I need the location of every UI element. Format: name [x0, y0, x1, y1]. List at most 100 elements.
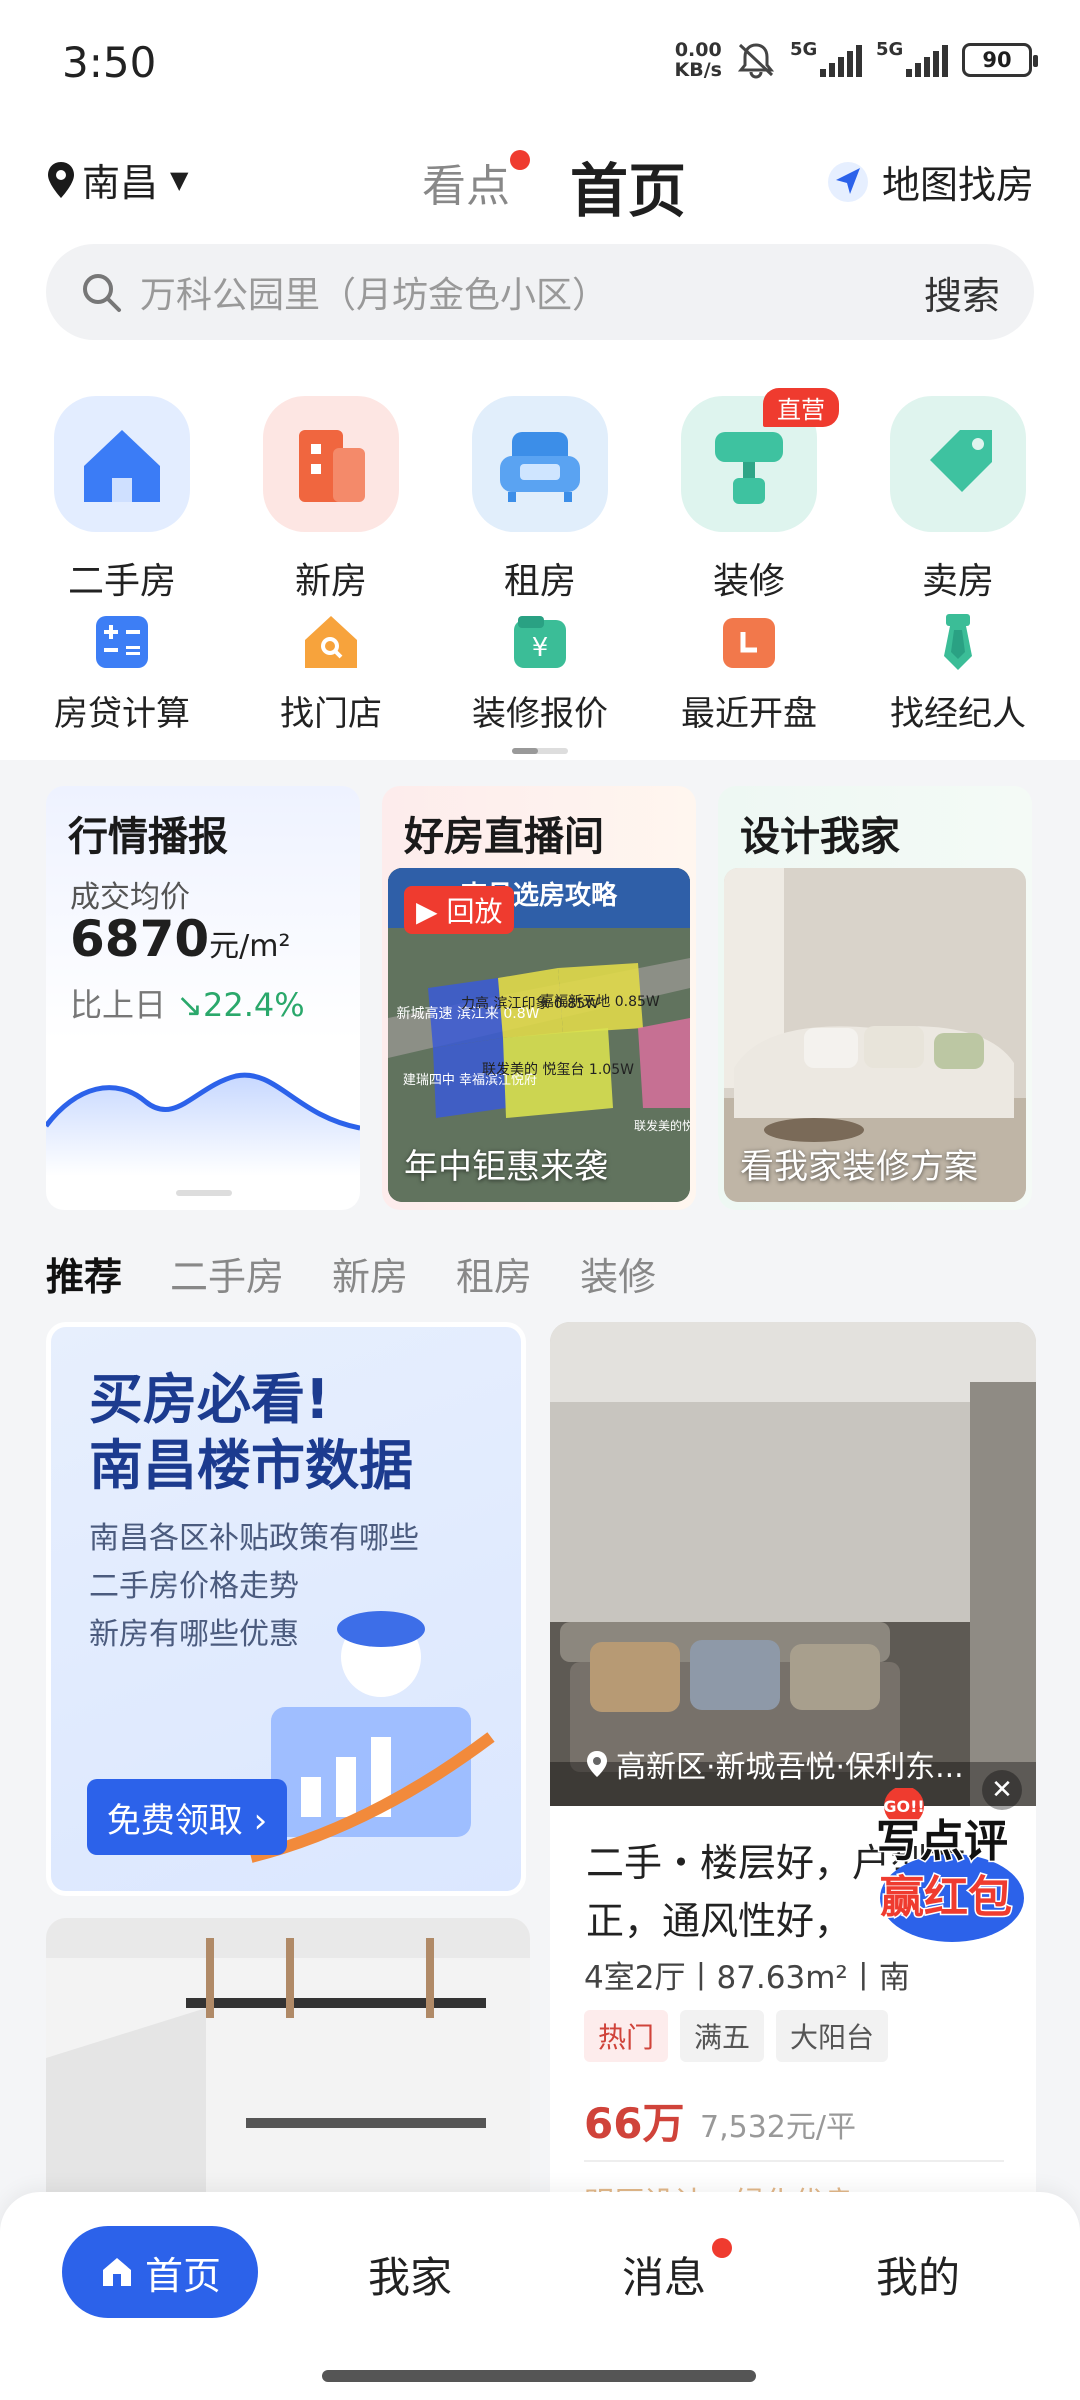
category-zhuangxiu[interactable]: 直营 装修: [649, 388, 849, 604]
calculator-icon: [96, 616, 148, 668]
map-find-button[interactable]: 地图找房: [826, 154, 1034, 209]
house-listing-card[interactable]: 高新区·新城吾悦·保利东... 二手・楼层好，户型方正，通风性好， 4室2厅丨8…: [550, 1322, 1036, 2222]
paint-roller-icon: 直营: [681, 388, 839, 532]
tab-ershoufang[interactable]: 二手房: [170, 1246, 284, 1301]
tool-renovation-quote[interactable]: ¥ 装修报价: [440, 610, 640, 735]
promo-title: 买房必看! 南昌楼市数据: [89, 1368, 413, 1497]
tag: 满五: [680, 2010, 765, 2062]
app-screen: { "status_bar": {"time": "3:50", "net_sp…: [0, 0, 1080, 2400]
review-reward-badge[interactable]: GO!! 写点评 赢红包: [852, 1786, 1032, 1948]
city-name: 南昌: [82, 161, 159, 205]
down-arrow-icon: ↘: [176, 986, 203, 1024]
tie-icon: [944, 614, 972, 670]
avg-price-value: 6870元/m²: [70, 910, 291, 968]
tab-home[interactable]: 首页: [570, 144, 686, 228]
sofa-icon: [472, 396, 608, 532]
card-title: 行情播报: [68, 814, 228, 860]
svg-text:GO!!: GO!!: [883, 1797, 924, 1816]
nav-messages[interactable]: 消息: [622, 2244, 706, 2305]
svg-text:写点评: 写点评: [876, 1816, 1008, 1867]
caret-down-icon: ▼: [170, 165, 189, 194]
city-selector[interactable]: 南昌 ▼: [46, 152, 188, 207]
close-icon[interactable]: ✕: [982, 1770, 1022, 1810]
message-badge-dot: [712, 2238, 732, 2258]
location-pin-icon: [48, 161, 74, 198]
building-icon: [263, 396, 399, 532]
live-caption: 年中钜惠来袭: [404, 1147, 608, 1187]
tab-xinfang[interactable]: 新房: [332, 1246, 408, 1301]
daily-change: 比上日 ↘22.4%: [70, 986, 305, 1024]
loft-listing-card[interactable]: [46, 1918, 530, 2218]
card-pager: [176, 1190, 232, 1196]
nav-my-home[interactable]: 我家: [368, 2244, 452, 2305]
market-data-promo[interactable]: 买房必看! 南昌楼市数据 南昌各区补贴政策有哪些 二手房价格走势 新房有哪些优惠 …: [46, 1322, 526, 1896]
recommend-tabs: 推荐 二手房 新房 租房 装修: [46, 1246, 656, 1301]
notification-dot: [510, 150, 530, 170]
svg-text:嘉福新天地 0.85W: 嘉福新天地 0.85W: [540, 994, 660, 1010]
home-icon: [102, 2258, 131, 2286]
search-icon: [83, 274, 121, 312]
tag: 大阳台: [776, 2010, 889, 2062]
tag-hot: 热门: [584, 2010, 669, 2062]
design-caption: 看我家装修方案: [740, 1147, 978, 1187]
tool-find-store[interactable]: 找门店: [231, 610, 431, 735]
living-room-photo: [550, 1322, 1036, 1806]
house-icon: [54, 396, 190, 532]
tool-recent-openings[interactable]: 最近开盘: [649, 610, 849, 735]
loft-interior-image: [46, 1918, 530, 2218]
status-icons: 0.00 KB/s 5G 5G 90: [674, 39, 1038, 81]
calendar-icon: [723, 618, 775, 668]
design-thumbnail[interactable]: 看我家装修方案: [724, 868, 1026, 1202]
bell-off-icon: [737, 43, 775, 79]
store-search-icon: [305, 616, 357, 668]
svg-text:赢红包: 赢红包: [880, 1872, 1012, 1923]
tool-grid: 房贷计算 找门店 ¥ 装修报价 最近开盘 找经纪人: [22, 610, 1058, 735]
live-thumbnail[interactable]: 南昌选房攻略 新城高速 滨江来 0.8W 力高 滨江印象 0.85W 嘉福新天地…: [388, 868, 690, 1202]
gesture-bar: [322, 2370, 756, 2382]
status-bar: 3:50 0.00 KB/s 5G 5G 90: [0, 0, 1080, 130]
design-my-home-card[interactable]: 设计我家 看我家装修方案: [718, 786, 1032, 1210]
tab-zufang[interactable]: 租房: [456, 1246, 532, 1301]
nav-me[interactable]: 我的: [876, 2244, 960, 2305]
main-category-grid: 二手房 新房 租房 直营 装修 卖房: [22, 388, 1058, 604]
card-title: 好房直播间: [404, 814, 604, 860]
svg-text:¥: ¥: [532, 633, 549, 663]
bottom-navigation: 首页 我家 消息 我的: [0, 2192, 1080, 2400]
signal-1-icon: 5G: [790, 39, 862, 77]
battery-icon: 90: [962, 43, 1038, 77]
location-pin-icon: [587, 1751, 607, 1777]
network-speed: 0.00 KB/s: [674, 39, 722, 81]
replay-badge: ▶ 回放: [404, 886, 515, 934]
listing-price: 66万: [584, 2099, 685, 2148]
listing-location: 高新区·新城吾悦·保利东...: [586, 1742, 964, 1786]
search-button[interactable]: 搜索: [924, 265, 1000, 320]
tab-recommend[interactable]: 推荐: [46, 1246, 122, 1301]
listing-unit-price: 7,532元/平: [700, 2110, 856, 2145]
trend-sparkline: [46, 1072, 360, 1176]
listing-specs: 4室2厅丨87.63m²丨南: [584, 1960, 910, 1996]
category-maifang[interactable]: 卖房: [858, 396, 1058, 604]
nav-home[interactable]: 首页: [62, 2226, 258, 2318]
listing-tags: 热门 满五 大阳台: [584, 2010, 889, 2062]
free-claim-button[interactable]: 免费领取 ›: [87, 1779, 287, 1855]
category-ershoufang[interactable]: 二手房: [22, 396, 222, 604]
market-report-card[interactable]: 行情播报 成交均价 6870元/m² 比上日 ↘22.4%: [46, 786, 360, 1210]
svg-text:联发美的悦: 联发美的悦: [634, 1118, 690, 1133]
divider: [584, 2160, 1004, 2162]
category-zufang[interactable]: 租房: [440, 396, 640, 604]
promo-item: 南昌各区补贴政策有哪些: [89, 1521, 419, 1556]
tab-zhuangxiu[interactable]: 装修: [580, 1246, 656, 1301]
signal-2-icon: 5G: [876, 39, 948, 77]
live-room-card[interactable]: 好房直播间 南昌选房攻略 新城高速 滨江来 0.8W 力高 滨江印象 0.85W…: [382, 786, 696, 1210]
tool-find-agent[interactable]: 找经纪人: [858, 610, 1058, 735]
search-placeholder: 万科公园里（月坊金色小区）: [140, 275, 609, 316]
page-indicator: [512, 748, 568, 754]
clock: 3:50: [62, 38, 157, 87]
tab-kandian[interactable]: 看点: [422, 150, 510, 214]
svg-text:联发美的 悦玺台 1.05W: 联发美的 悦玺台 1.05W: [482, 1062, 634, 1078]
quote-icon: ¥: [514, 616, 566, 668]
price-tag-icon: [890, 396, 1026, 532]
tool-loan-calculator[interactable]: 房贷计算: [22, 610, 222, 735]
category-xinfang[interactable]: 新房: [231, 396, 431, 604]
search-bar[interactable]: 万科公园里（月坊金色小区） 搜索: [46, 244, 1034, 340]
